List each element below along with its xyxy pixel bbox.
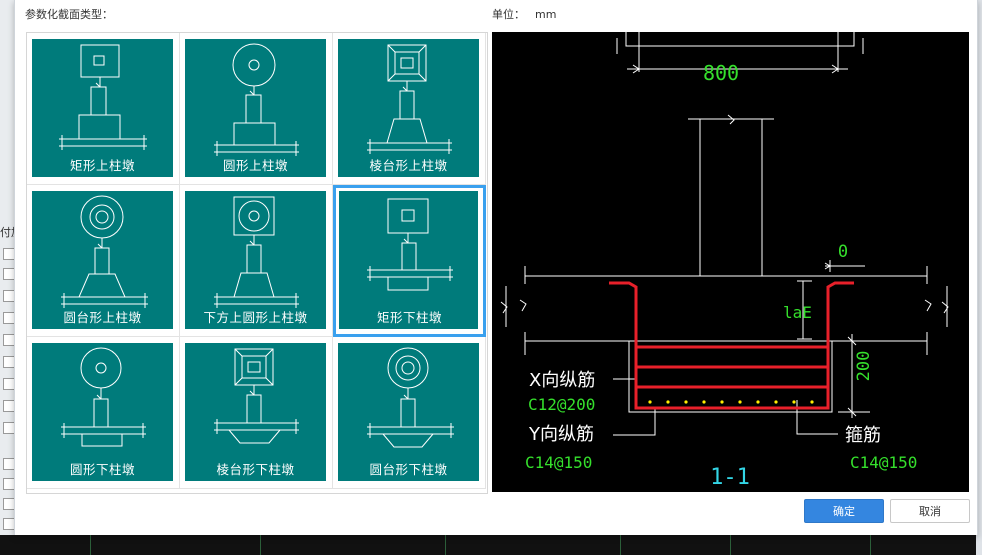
tile-label: 圆台形下柱墩	[369, 462, 448, 477]
dim-top-text: 800	[703, 61, 739, 85]
tile-label: 圆台形上柱墩	[63, 310, 142, 325]
ok-button[interactable]: 确定	[804, 499, 884, 523]
tile-label: 矩形下柱墩	[376, 310, 442, 325]
tile-label: 圆形下柱墩	[69, 462, 135, 477]
section-name: 1-1	[710, 465, 750, 490]
y-rebar-value: C14@150	[525, 453, 592, 472]
tile-round-lower-pier[interactable]: 圆形下柱墩	[27, 337, 180, 489]
section-preview: 800 0 laE 200 X向纵筋 C12@200 Y向纵筋 C14@150 …	[492, 32, 969, 492]
dim-anchor-text: laE	[783, 303, 812, 322]
stirrup-label: 箍筋	[845, 425, 881, 446]
tile-card: 矩形下柱墩	[339, 191, 478, 329]
tile-round-upper-pier[interactable]: 圆形上柱墩	[180, 33, 333, 185]
tile-rect-lower-pier[interactable]: 矩形下柱墩	[333, 185, 486, 337]
section-type-label: 参数化截面类型：	[25, 8, 113, 21]
tile-label: 矩形上柱墩	[69, 158, 135, 173]
tile-cone-upper-pier[interactable]: 圆台形上柱墩	[27, 185, 180, 337]
tile-card: 圆形上柱墩	[185, 39, 326, 177]
tile-square-bottom-round-top-pier[interactable]: 下方上圆形上柱墩	[180, 185, 333, 337]
stirrup-value: C14@150	[850, 453, 917, 472]
unit-caption: 单位：	[492, 8, 525, 21]
y-rebar-label: Y向纵筋	[528, 424, 594, 445]
longitudinal-rebar-dots	[648, 400, 814, 404]
tile-card: 棱台形上柱墩	[338, 39, 479, 177]
tile-cone-lower-pier[interactable]: 圆台形下柱墩	[333, 337, 486, 489]
tile-card: 圆台形上柱墩	[32, 191, 173, 329]
tile-label: 棱台形上柱墩	[369, 158, 448, 173]
tile-frustum-lower-pier[interactable]: 棱台形下柱墩	[180, 337, 333, 489]
dim-offset-text: 0	[838, 242, 848, 262]
tile-label: 下方上圆形上柱墩	[203, 310, 308, 325]
section-preview-drawing: 800 0 laE 200 X向纵筋 C12@200 Y向纵筋 C14@150 …	[500, 32, 949, 490]
tile-frustum-upper-pier[interactable]: 棱台形上柱墩	[333, 33, 486, 185]
x-rebar-value: C12@200	[528, 395, 595, 414]
cancel-button[interactable]: 取消	[890, 499, 970, 523]
unit-label: 单位： mm	[492, 6, 556, 22]
unit-value: mm	[535, 8, 557, 21]
tile-rect-upper-pier[interactable]: 矩形上柱墩	[27, 33, 180, 185]
tile-card: 下方上圆形上柱墩	[185, 191, 326, 329]
tile-card: 圆台形下柱墩	[338, 343, 479, 481]
tile-card: 矩形上柱墩	[32, 39, 173, 177]
rebar-lines	[609, 281, 854, 410]
section-type-gallery: 矩形上柱墩 圆形上柱墩 棱台形上柱墩 圆台形上柱墩 下方上圆形上柱墩 矩形下柱墩…	[26, 32, 488, 494]
background-canvas	[0, 535, 982, 555]
tile-card: 圆形下柱墩	[32, 343, 173, 481]
dim-height-text: 200	[854, 351, 874, 382]
tile-label: 圆形上柱墩	[222, 158, 288, 173]
x-rebar-label: X向纵筋	[529, 370, 595, 391]
upper-column-outline	[625, 32, 855, 47]
tile-card: 棱台形下柱墩	[185, 343, 326, 481]
parametric-section-dialog: 参数化截面类型： 单位： mm 矩形上柱墩 圆形上柱墩 棱台形上柱墩 圆台形上柱…	[14, 0, 978, 535]
tile-label: 棱台形下柱墩	[216, 462, 295, 477]
